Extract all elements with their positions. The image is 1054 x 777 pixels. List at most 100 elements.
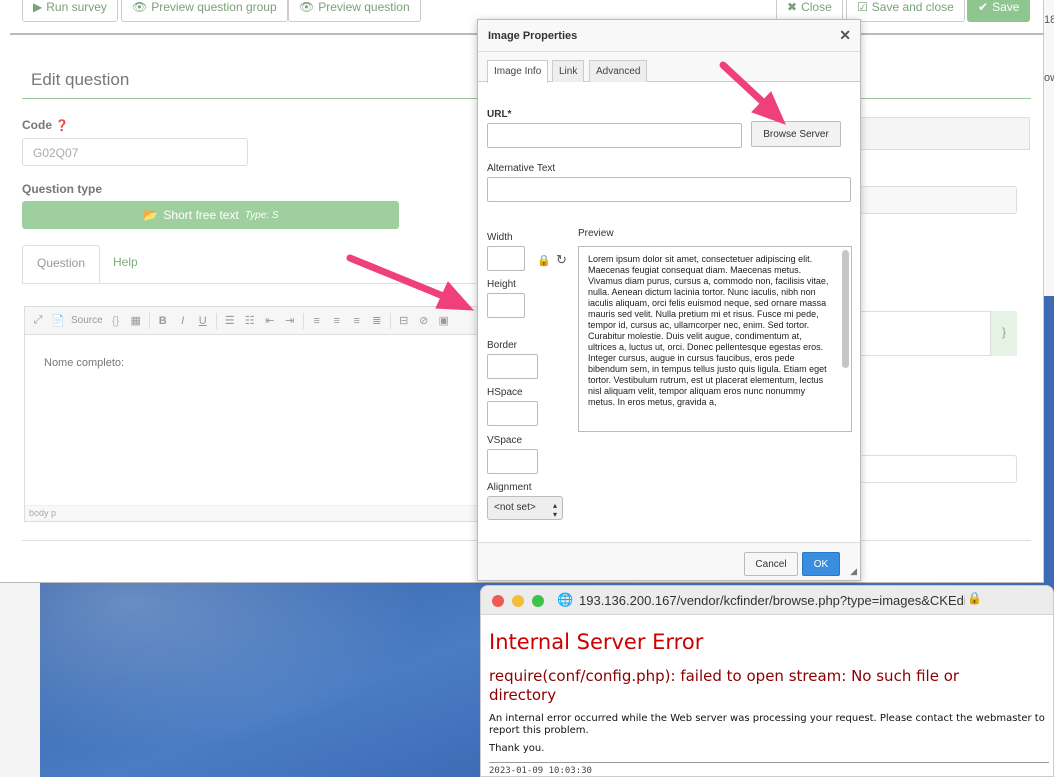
right-panel-select[interactable]: [860, 186, 1017, 214]
source-button[interactable]: Source: [71, 315, 103, 326]
vspace-input[interactable]: [487, 449, 538, 474]
dialog-tabs: Image Info Link Advanced: [478, 52, 860, 83]
editor-status-path: body p: [25, 505, 479, 521]
indent-icon[interactable]: ⇥: [283, 313, 297, 329]
preview-box[interactable]: Lorem ipsum dolor sit amet, consectetuer…: [578, 246, 852, 432]
underline-icon[interactable]: U: [196, 313, 210, 329]
alignment-label: Alignment: [487, 482, 532, 493]
desktop-left-edge: [0, 583, 40, 777]
toolbar-separator: [148, 312, 150, 329]
select-arrows-icon: ▴ ▾: [552, 501, 557, 519]
right-panel-input[interactable]: [860, 455, 1017, 483]
align-left-icon[interactable]: ≡: [310, 313, 324, 329]
background-window-strip: 18 ow: [1044, 0, 1054, 583]
alignment-value: <not set>: [494, 502, 536, 513]
save-close-label: Save and close: [871, 0, 954, 14]
tab-image-info[interactable]: Image Info: [487, 60, 549, 83]
question-type-code: Type: S: [244, 209, 279, 221]
preview-question-button[interactable]: 👁 Preview question: [288, 0, 421, 22]
tab-advanced[interactable]: Advanced: [589, 60, 648, 82]
justify-icon[interactable]: ≣: [370, 313, 384, 329]
error-title: Internal Server Error: [489, 630, 704, 654]
alignment-select[interactable]: <not set> ▴ ▾: [487, 496, 563, 520]
toolbar-separator: [302, 312, 304, 329]
browse-server-button[interactable]: Browse Server: [751, 121, 841, 147]
url-label: URL*: [487, 109, 512, 120]
italic-icon[interactable]: I: [176, 313, 190, 329]
strip-desktop: [1044, 296, 1054, 583]
save-button[interactable]: ✔ Save: [967, 0, 1031, 22]
code-field[interactable]: G02Q07: [22, 138, 248, 166]
vspace-label: VSpace: [487, 435, 523, 446]
bulleted-list-icon[interactable]: ☷: [243, 313, 257, 329]
source-icon[interactable]: 📄: [51, 313, 65, 329]
bold-icon[interactable]: B: [156, 313, 170, 329]
error-timestamp: 2023-01-09 10:03:30: [489, 766, 592, 776]
error-divider: [489, 762, 1049, 763]
strip-text: ow: [1044, 72, 1054, 84]
preview-scrollbar[interactable]: [842, 250, 849, 368]
save-label: Save: [992, 0, 1020, 14]
lock-icon: 🔒: [967, 591, 982, 605]
check-icon: ✔: [978, 0, 989, 14]
folder-icon: 📂: [142, 208, 158, 222]
maximize-window-icon[interactable]: [532, 595, 544, 607]
tab-question[interactable]: Question: [22, 245, 101, 283]
save-and-close-button[interactable]: ☑ Save and close: [846, 0, 965, 22]
expression-button[interactable]: }: [991, 311, 1017, 356]
reset-size-icon[interactable]: ↻: [556, 252, 567, 268]
align-right-icon[interactable]: ≡: [350, 313, 364, 329]
numbered-list-icon[interactable]: ☰: [223, 313, 237, 329]
minimize-window-icon[interactable]: [512, 595, 524, 607]
preview-label: Preview: [578, 228, 614, 239]
outdent-icon[interactable]: ⇤: [263, 313, 277, 329]
width-input[interactable]: [487, 246, 525, 271]
toolbar-separator: [215, 312, 217, 329]
right-panel-textarea[interactable]: [860, 311, 991, 356]
strip-text: 18: [1044, 14, 1054, 26]
globe-icon: 🌐: [557, 592, 574, 607]
preview-question-group-button[interactable]: 👁 Preview question group: [121, 0, 288, 22]
tab-help[interactable]: Help: [99, 245, 152, 283]
tab-link[interactable]: Link: [552, 60, 585, 82]
tabs-divider: [22, 283, 478, 284]
dialog-footer: Cancel OK ◢: [478, 542, 860, 580]
lock-ratio-icon[interactable]: 🔒: [537, 254, 551, 267]
dialog-header: Image Properties: [478, 20, 860, 52]
eye-icon: 👁: [299, 0, 315, 14]
image-icon[interactable]: ▣: [437, 313, 451, 329]
unlink-icon[interactable]: ⊘: [417, 313, 431, 329]
preview-question-label: Preview question: [318, 0, 410, 14]
image-properties-dialog: Image Properties ✕ Image Info Link Advan…: [477, 19, 861, 581]
question-type-label: Question type: [22, 182, 103, 196]
close-label: Close: [801, 0, 832, 14]
error-body: An internal error occurred while the Web…: [489, 713, 1045, 736]
run-survey-button[interactable]: ▶ Run survey: [22, 0, 118, 22]
checkbox-icon: ☑: [857, 0, 868, 14]
expression-icon[interactable]: {}: [109, 313, 123, 329]
align-center-icon[interactable]: ≡: [330, 313, 344, 329]
resize-grip-icon[interactable]: ◢: [850, 566, 857, 577]
editor-content[interactable]: Nome completo:: [44, 357, 124, 369]
border-input[interactable]: [487, 354, 538, 379]
border-label: Border: [487, 340, 518, 351]
hspace-input[interactable]: [487, 401, 538, 426]
url-input[interactable]: [487, 123, 742, 148]
cancel-button[interactable]: Cancel: [744, 552, 798, 576]
height-input[interactable]: [487, 293, 525, 318]
code-label: Code ❓: [22, 118, 70, 132]
grid-icon[interactable]: ▦: [129, 313, 143, 329]
preview-group-label: Preview question group: [151, 0, 277, 14]
link-icon[interactable]: ⊟: [397, 313, 411, 329]
alt-text-input[interactable]: [487, 177, 851, 202]
question-type-value: Short free text: [163, 208, 239, 222]
eye-icon: 👁: [132, 0, 148, 14]
address-bar[interactable]: 193.136.200.167/vendor/kcfinder/browse.p…: [579, 593, 965, 608]
alt-text-label: Alternative Text: [487, 163, 556, 174]
ok-button[interactable]: OK: [802, 552, 840, 576]
maximize-icon[interactable]: ⤢: [31, 313, 45, 329]
dialog-close-icon[interactable]: ✕: [839, 27, 851, 44]
close-window-icon[interactable]: [492, 595, 504, 607]
question-type-button[interactable]: 📂 Short free text Type: S: [22, 201, 399, 229]
run-survey-label: Run survey: [46, 0, 107, 14]
